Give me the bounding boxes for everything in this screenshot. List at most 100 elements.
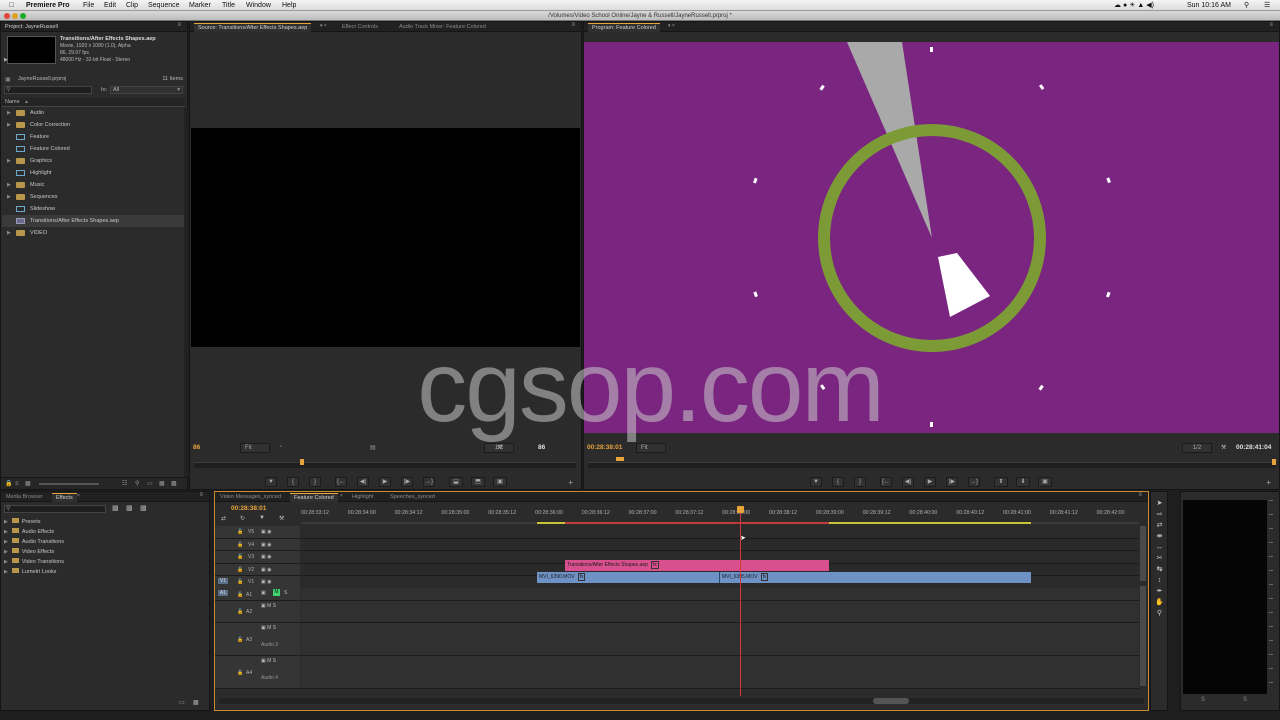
timeline-settings-icon[interactable]: ⚒ — [279, 515, 284, 522]
timeline-timecode[interactable]: 00:28:38:01 — [231, 505, 266, 512]
audio-track-lane[interactable] — [301, 588, 1139, 601]
audio-track-lane[interactable] — [301, 601, 1139, 623]
playhead-handle[interactable] — [737, 506, 744, 513]
mute-solo-buttons[interactable]: ▣ M S — [261, 658, 276, 664]
expand-triangle-icon[interactable]: ▶ — [7, 227, 11, 239]
video-track-header[interactable]: 🔓 V3 ▣ ◉ — [215, 551, 300, 564]
menu-clip[interactable]: Clip — [126, 1, 138, 10]
mute-button-active[interactable]: M — [273, 589, 280, 596]
source-tab-menu-icon[interactable]: ▾ × — [320, 23, 327, 29]
snap-icon[interactable]: ↻ — [240, 515, 245, 522]
minimize-window-button[interactable] — [12, 13, 18, 19]
audio-track-lane[interactable] — [301, 623, 1139, 656]
pen-tool-icon[interactable]: ✒ — [1155, 588, 1164, 596]
play-button[interactable]: ▶ — [379, 477, 391, 487]
list-item[interactable]: ▶ Graphics — [2, 155, 185, 167]
toggle-sync-icon[interactable]: ▣ ◉ — [261, 567, 271, 573]
menu-help[interactable]: Help — [282, 1, 296, 10]
source-patch-v1[interactable]: V1 — [218, 578, 229, 584]
zoom-scroll-thumb[interactable] — [873, 698, 909, 704]
mark-out-button[interactable]: } — [309, 477, 321, 487]
effects-folder-item[interactable]: ▶ Lumetri Looks — [4, 567, 56, 577]
go-to-in-button[interactable]: {← — [335, 477, 347, 487]
list-item[interactable]: ▶ Music — [2, 179, 185, 191]
menu-file[interactable]: File — [83, 1, 94, 10]
expand-triangle-icon[interactable]: ▶ — [4, 559, 8, 565]
source-timecode[interactable]: 86 — [193, 444, 200, 451]
play-thumbnail-icon[interactable]: ▶ — [4, 57, 8, 63]
slide-tool-icon[interactable]: ↕ — [1155, 577, 1164, 585]
tab-source[interactable]: Source: Transitions/After Effects Shapes… — [194, 23, 312, 32]
add-marker-button[interactable]: ▼ — [265, 477, 277, 487]
video-track-header[interactable]: V1 🔓 V1 ▣ ◉ — [215, 576, 300, 589]
program-playhead[interactable] — [1272, 459, 1276, 465]
search-input[interactable]: ⚲ — [4, 86, 92, 94]
program-step-back-button[interactable]: ◀| — [902, 477, 914, 487]
close-icon[interactable]: × — [77, 493, 80, 499]
expand-triangle-icon[interactable]: ▶ — [4, 529, 8, 535]
list-item[interactable]: ▶ VIDEO — [2, 227, 185, 239]
audio-track-lane[interactable] — [301, 656, 1139, 689]
lock-icon[interactable]: 🔒 — [5, 478, 12, 490]
program-wrench-icon[interactable]: ⚒ — [1221, 444, 1226, 451]
effects-folder-item[interactable]: ▶ Presets — [4, 517, 41, 527]
source-video-frame[interactable] — [191, 128, 580, 347]
expand-triangle-icon[interactable]: ▶ — [4, 539, 8, 545]
effects-trash-icon[interactable]: ▩ — [193, 699, 199, 706]
project-scrollbar[interactable] — [184, 107, 188, 477]
video-track-lane[interactable] — [301, 526, 1139, 539]
program-tab-menu-icon[interactable]: ▾ × — [668, 23, 675, 29]
wrench-icon[interactable]: ⚒ — [497, 444, 502, 451]
program-export-frame-button[interactable]: ▣ — [1038, 477, 1052, 487]
lock-icon[interactable]: 🔓 — [237, 554, 243, 560]
aep-clip[interactable]: Transitions/After Effects Shapes.aep fx — [565, 560, 829, 571]
step-forward-button[interactable]: |▶ — [401, 477, 413, 487]
menu-marker[interactable]: Marker — [189, 1, 211, 10]
expand-triangle-icon[interactable]: ▶ — [7, 179, 11, 191]
audio-track-header[interactable]: 🔓 A3 ▣ M S Audio 3 — [215, 623, 300, 656]
new-custom-bin-icon[interactable]: ▭ — [179, 699, 185, 706]
zoom-window-button[interactable] — [20, 13, 26, 19]
zoom-slider[interactable] — [39, 483, 99, 485]
razor-tool-icon[interactable]: ✂ — [1155, 555, 1164, 563]
lock-icon[interactable]: 🔓 — [237, 592, 243, 598]
toggle-sync-icon[interactable]: ▣ ◉ — [261, 529, 271, 535]
tab-video-messages[interactable]: Video Messages_synced — [216, 493, 285, 502]
new-bin-icon[interactable]: ▭ — [147, 478, 153, 490]
column-header[interactable]: Name ▲ — [2, 98, 185, 107]
work-area-bar[interactable] — [301, 522, 1139, 524]
mute-solo-buttons[interactable]: ▣ M S — [261, 603, 276, 609]
toggle-sync-icon[interactable]: ▣ ◉ — [261, 554, 271, 560]
audio-track-header[interactable]: 🔓 A4 ▣ M S Audio 4 — [215, 656, 300, 689]
solo-left-button[interactable]: S — [1201, 697, 1205, 703]
add-marker-icon[interactable]: ▼ — [259, 515, 265, 521]
nest-icon[interactable]: ⇄ — [221, 515, 226, 522]
list-item[interactable]: ▶ Audio — [2, 107, 185, 119]
video-track-header[interactable]: 🔓 V5 ▣ ◉ — [215, 526, 300, 539]
expand-triangle-icon[interactable]: ▶ — [4, 569, 8, 575]
list-item[interactable]: Slideshow — [2, 203, 185, 215]
expand-triangle-icon[interactable]: ▶ — [7, 107, 11, 119]
lock-icon[interactable]: 🔓 — [237, 609, 243, 615]
new-item-icon[interactable]: ▦ — [159, 478, 165, 490]
audio-track-header[interactable]: A1 🔓 A1 ▣ MS — [215, 588, 300, 601]
overwrite-button[interactable]: ⬒ — [471, 477, 485, 487]
mark-in-button[interactable]: { — [287, 477, 299, 487]
lock-icon[interactable]: 🔓 — [237, 579, 243, 585]
effects-folder-item[interactable]: ▶ Audio Transitions — [4, 537, 64, 547]
timeline-zoom-scrollbar[interactable] — [219, 698, 1144, 704]
mute-solo-buttons[interactable]: ▣ M S — [261, 625, 276, 631]
program-timecode[interactable]: 00:28:38:01 — [587, 444, 622, 451]
close-window-button[interactable] — [4, 13, 10, 19]
expand-triangle-icon[interactable]: ▶ — [4, 519, 8, 525]
menu-edit[interactable]: Edit — [104, 1, 116, 10]
export-frame-button[interactable]: ▣ — [493, 477, 507, 487]
find-icon[interactable]: ⚲ — [135, 478, 139, 490]
lift-button[interactable]: ⬆ — [994, 477, 1008, 487]
automate-icon[interactable]: ☷ — [122, 478, 127, 490]
program-video-frame[interactable] — [584, 42, 1279, 433]
list-item[interactable]: Feature Colored — [2, 143, 185, 155]
tab-effects[interactable]: Effects — [52, 493, 77, 502]
program-resolution-select[interactable]: 1/2 — [1182, 443, 1212, 453]
lock-icon[interactable]: 🔓 — [237, 529, 243, 535]
